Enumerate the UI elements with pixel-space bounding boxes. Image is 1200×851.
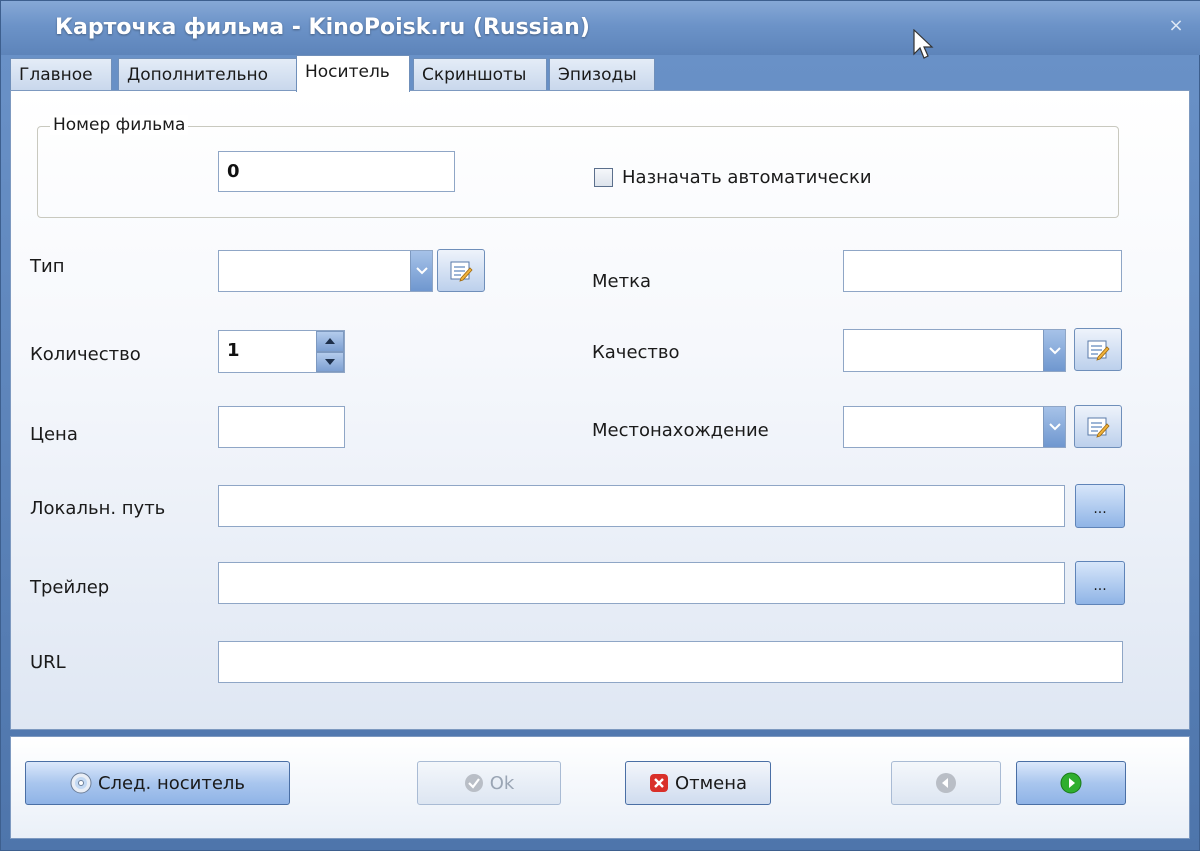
- next-media-label: След. носитель: [97, 772, 246, 794]
- mouse-cursor-icon: [913, 29, 934, 59]
- edit-list-icon: [1087, 340, 1110, 361]
- tab-episodes[interactable]: Эпизоды: [549, 58, 655, 91]
- browse-local-path-button[interactable]: ...: [1075, 484, 1125, 528]
- quantity-value: 1: [227, 340, 240, 361]
- url-label: URL: [30, 652, 66, 673]
- chevron-down-icon[interactable]: [1043, 330, 1065, 371]
- price-label: Цена: [30, 424, 78, 445]
- close-button[interactable]: ×: [1163, 13, 1189, 39]
- quantity-stepper[interactable]: 1: [218, 330, 345, 373]
- next-media-button[interactable]: След. носитель: [25, 761, 290, 805]
- ok-label: Ok: [489, 772, 515, 794]
- next-button[interactable]: [1016, 761, 1126, 805]
- chevron-down-icon[interactable]: [410, 251, 432, 291]
- movie-number-field[interactable]: 0: [218, 151, 455, 192]
- quantity-spin: [316, 331, 344, 372]
- edit-quality-button[interactable]: [1074, 328, 1122, 371]
- cancel-button[interactable]: Отмена: [625, 761, 771, 805]
- local-path-label: Локальн. путь: [30, 498, 166, 519]
- ok-button[interactable]: Ok: [417, 761, 561, 805]
- label-field[interactable]: [843, 250, 1122, 292]
- quality-combo[interactable]: [843, 329, 1066, 372]
- edit-type-button[interactable]: [437, 249, 485, 292]
- spin-down-button[interactable]: [316, 351, 344, 372]
- media-tab-panel: Номер фильма 0 Назначать автоматически Т…: [10, 90, 1190, 730]
- tab-main[interactable]: Главное: [10, 58, 112, 91]
- check-circle-icon: [464, 774, 483, 792]
- trailer-label: Трейлер: [30, 577, 110, 598]
- edit-list-icon: [450, 261, 473, 282]
- cancel-label: Отмена: [674, 772, 748, 794]
- location-combo[interactable]: [843, 406, 1066, 448]
- type-combo[interactable]: [218, 250, 433, 292]
- tab-media[interactable]: Носитель: [296, 55, 410, 92]
- auto-assign-label: Назначать автоматически: [622, 167, 872, 188]
- label-label: Метка: [592, 271, 651, 292]
- local-path-field[interactable]: [218, 485, 1065, 527]
- dialog-window: Карточка фильма - KinoPoisk.ru (Russian)…: [0, 0, 1200, 851]
- arrow-left-circle-icon: [936, 773, 956, 793]
- edit-location-button[interactable]: [1074, 405, 1122, 448]
- title-bar[interactable]: Карточка фильма - KinoPoisk.ru (Russian)…: [1, 1, 1200, 59]
- tab-additional[interactable]: Дополнительно: [118, 58, 298, 91]
- movie-number-group: Номер фильма: [37, 115, 1119, 218]
- spin-up-button[interactable]: [316, 331, 344, 352]
- location-label: Местонахождение: [592, 420, 769, 441]
- disc-icon: [70, 772, 92, 794]
- url-field[interactable]: [218, 641, 1123, 683]
- arrow-right-circle-icon: [1060, 772, 1082, 794]
- movie-number-group-label: Номер фильма: [50, 115, 189, 135]
- trailer-field[interactable]: [218, 562, 1065, 604]
- auto-assign-checkbox[interactable]: [594, 168, 613, 187]
- browse-trailer-button[interactable]: ...: [1075, 561, 1125, 605]
- quality-label: Качество: [592, 342, 680, 363]
- previous-button[interactable]: [891, 761, 1001, 805]
- window-title: Карточка фильма - KinoPoisk.ru (Russian): [55, 15, 590, 40]
- cancel-x-icon: [649, 774, 668, 792]
- button-bar: След. носитель Ok Отмена: [10, 736, 1190, 839]
- arrow-up-icon: [325, 338, 335, 345]
- edit-list-icon: [1087, 417, 1110, 438]
- price-field[interactable]: [218, 406, 345, 448]
- tab-screenshots[interactable]: Скриншоты: [413, 58, 547, 91]
- type-label: Тип: [30, 256, 65, 277]
- arrow-down-icon: [325, 358, 335, 365]
- quantity-label: Количество: [30, 344, 141, 365]
- chevron-down-icon[interactable]: [1043, 407, 1065, 447]
